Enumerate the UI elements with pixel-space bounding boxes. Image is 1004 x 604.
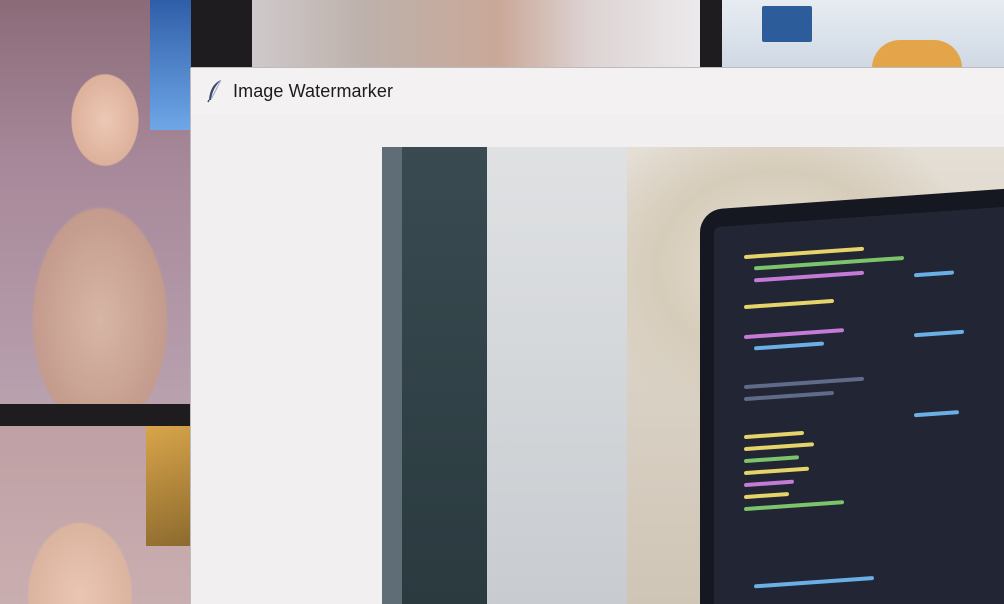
image-laptop <box>700 187 1004 604</box>
image-wall <box>487 147 627 604</box>
background-photo-portrait-2 <box>0 426 191 604</box>
background-photo-outdoor <box>722 0 1004 68</box>
preview-image <box>382 147 1004 604</box>
background-photo-portrait-1 <box>0 0 191 404</box>
app-window: Image Watermarker <box>191 68 1004 604</box>
background-photo-portrait-3 <box>252 0 700 68</box>
image-laptop-screen <box>714 205 1004 604</box>
window-title: Image Watermarker <box>233 80 394 101</box>
image-window-pane <box>402 147 487 604</box>
image-window-frame <box>382 147 402 604</box>
feather-icon <box>205 79 225 103</box>
title-bar[interactable]: Image Watermarker <box>191 68 1004 114</box>
